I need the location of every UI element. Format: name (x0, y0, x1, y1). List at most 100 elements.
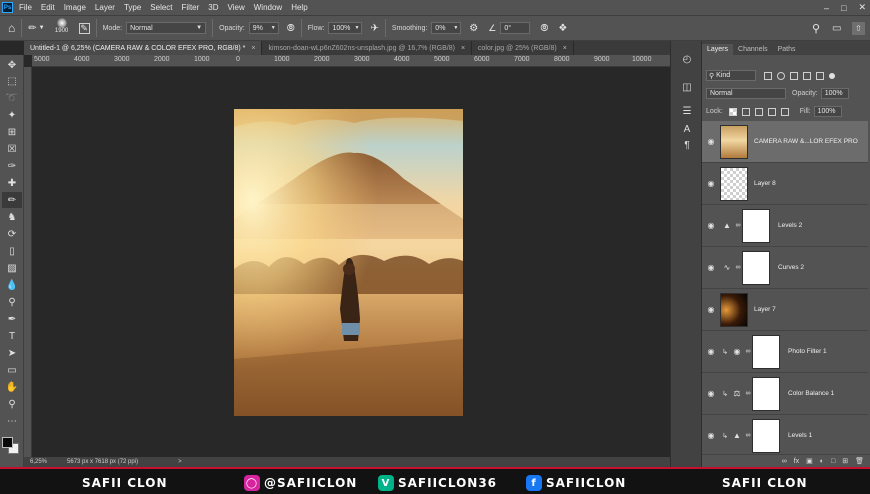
layer-row-levels-2[interactable]: ◉ ▲ ∞ Levels 2 (702, 205, 868, 247)
marquee-tool-icon[interactable]: ⬚ (2, 73, 22, 89)
layer-mask-thumbnail[interactable] (742, 208, 770, 243)
type-filter-icon[interactable] (790, 71, 798, 80)
lock-pixels-icon[interactable] (741, 107, 750, 116)
quick-select-tool-icon[interactable]: ✦ (2, 107, 22, 123)
pen-tool-icon[interactable]: ✒ (2, 311, 22, 327)
lasso-tool-icon[interactable]: ➰ (2, 90, 22, 106)
lock-position-icon[interactable] (754, 107, 763, 116)
rectangle-tool-icon[interactable]: ▭ (2, 362, 22, 378)
menu-window[interactable]: Window (254, 3, 282, 12)
layer-row-camera-raw[interactable]: ◉ CAMERA RAW &...LOR EFEX PRO (702, 121, 868, 163)
eye-icon[interactable]: ◉ (702, 221, 720, 230)
status-menu-arrow[interactable]: > (178, 459, 182, 465)
pressure-opacity-icon[interactable]: ⦾ (287, 23, 295, 34)
close-icon[interactable]: ✕ (858, 2, 866, 13)
layer-row-photo-filter-1[interactable]: ◉ ↳ ◉ ∞ Photo Filter 1 (702, 331, 868, 373)
menu-filter[interactable]: Filter (182, 3, 200, 12)
eyedropper-tool-icon[interactable]: ✑ (2, 158, 22, 174)
opacity-field[interactable]: 100% (820, 88, 849, 99)
document-canvas[interactable] (234, 109, 463, 416)
layer-style-icon[interactable]: fx (794, 458, 799, 465)
menu-select[interactable]: Select (150, 3, 172, 12)
menu-image[interactable]: Image (64, 3, 86, 12)
layer-row-layer-8[interactable]: ◉ Layer 8 (702, 163, 868, 205)
menu-file[interactable]: File (19, 3, 32, 12)
blur-tool-icon[interactable]: 💧 (2, 277, 22, 293)
more-tools-icon[interactable]: ⋯ (2, 413, 22, 429)
new-group-icon[interactable]: □ (831, 458, 835, 465)
link-icon[interactable]: ∞ (744, 390, 752, 397)
lock-artboard-icon[interactable] (767, 107, 776, 116)
zoom-tool-icon[interactable]: ⚲ (2, 396, 22, 412)
crop-tool-icon[interactable]: ⊞ (2, 124, 22, 140)
share-icon[interactable]: ⇧ (852, 21, 865, 35)
close-icon[interactable]: × (563, 45, 567, 52)
gear-icon[interactable]: ⚙ (469, 23, 478, 34)
eye-icon[interactable]: ◉ (702, 137, 720, 146)
healing-brush-tool-icon[interactable]: ✚ (2, 175, 22, 191)
add-mask-icon[interactable]: ▣ (806, 457, 813, 465)
home-icon[interactable]: ⌂ (8, 21, 15, 35)
eye-icon[interactable]: ◉ (702, 389, 720, 398)
new-layer-icon[interactable]: ⊞ (842, 457, 848, 465)
vertical-ruler[interactable] (24, 67, 32, 457)
brush-settings-icon[interactable]: ✎ (78, 22, 90, 34)
frame-tool-icon[interactable]: ☒ (2, 141, 22, 157)
kind-filter-dropdown[interactable]: ⚲ Kind (706, 70, 756, 81)
eraser-tool-icon[interactable]: ▯ (2, 243, 22, 259)
eye-icon[interactable]: ◉ (702, 179, 720, 188)
tab-untitled-1[interactable]: Untitled-1 @ 6,25% (CAMERA RAW & COLOR E… (24, 41, 263, 55)
chevron-down-icon[interactable]: ▼ (39, 25, 45, 31)
brush-tool-icon[interactable]: ✏ (28, 23, 36, 34)
layer-row-curves-2[interactable]: ◉ ∿ ∞ Curves 2 (702, 247, 868, 289)
close-icon[interactable]: × (461, 45, 465, 52)
smoothing-field[interactable]: 0% ▼ (431, 22, 462, 34)
hand-tool-icon[interactable]: ✋ (2, 379, 22, 395)
type-tool-icon[interactable]: T (2, 328, 22, 344)
layer-mask-thumbnail[interactable] (742, 250, 770, 285)
minimize-icon[interactable]: – (824, 3, 829, 13)
pixel-filter-icon[interactable] (764, 71, 772, 80)
tab-layers[interactable]: Layers (702, 44, 734, 55)
menu-layer[interactable]: Layer (95, 3, 115, 12)
filter-toggle-icon[interactable] (829, 72, 835, 79)
search-icon[interactable]: ⚲ (812, 22, 820, 35)
tab-color[interactable]: color.jpg @ 25% (RGB/8) × (472, 41, 574, 55)
shape-filter-icon[interactable] (803, 71, 811, 80)
menu-help[interactable]: Help (291, 3, 307, 12)
path-select-tool-icon[interactable]: ➤ (2, 345, 22, 361)
link-icon[interactable]: ∞ (734, 222, 742, 229)
pressure-size-icon[interactable]: ⦾ (540, 23, 548, 34)
layer-row-levels-1[interactable]: ◉ ↳ ▲ ∞ Levels 1 (702, 415, 868, 453)
lock-all-icon[interactable] (780, 107, 789, 116)
smart-object-filter-icon[interactable] (816, 71, 824, 80)
mode-dropdown[interactable]: Normal ▼ (126, 22, 207, 34)
tab-paths[interactable]: Paths (773, 44, 801, 55)
eye-icon[interactable]: ◉ (702, 347, 720, 356)
foreground-color-swatch[interactable] (2, 437, 13, 448)
libraries-panel-icon[interactable]: ◫ (679, 79, 695, 95)
link-icon[interactable]: ∞ (744, 348, 752, 355)
angle-field[interactable]: 0° (500, 22, 531, 34)
menu-view[interactable]: View (228, 3, 245, 12)
layer-mask-thumbnail[interactable] (752, 334, 780, 369)
eye-icon[interactable]: ◉ (702, 305, 720, 314)
gradient-tool-icon[interactable]: ▨ (2, 260, 22, 276)
opacity-field[interactable]: 9% ▼ (248, 22, 279, 34)
character-panel-icon[interactable]: A (679, 121, 695, 137)
airbrush-icon[interactable]: ✈ (370, 23, 378, 34)
brush-tool-icon[interactable]: ✏ (2, 192, 22, 208)
eye-icon[interactable]: ◉ (702, 263, 720, 272)
move-tool-icon[interactable]: ✥ (2, 57, 22, 73)
layer-mask-thumbnail[interactable] (752, 376, 780, 411)
link-icon[interactable]: ∞ (734, 264, 742, 271)
menu-type[interactable]: Type (124, 3, 141, 12)
close-icon[interactable]: × (251, 45, 255, 52)
tab-channels[interactable]: Channels (733, 44, 773, 55)
dodge-tool-icon[interactable]: ⚲ (2, 294, 22, 310)
history-panel-icon[interactable]: ◴ (679, 51, 695, 67)
fill-field[interactable]: 100% (813, 106, 842, 117)
layer-mask-thumbnail[interactable] (752, 418, 780, 453)
tab-kimson-doan[interactable]: kimson-doan-wLp6nZ602ns-unsplash.jpg @ 1… (262, 41, 473, 55)
delete-layer-icon[interactable]: 🗑 (855, 457, 864, 465)
